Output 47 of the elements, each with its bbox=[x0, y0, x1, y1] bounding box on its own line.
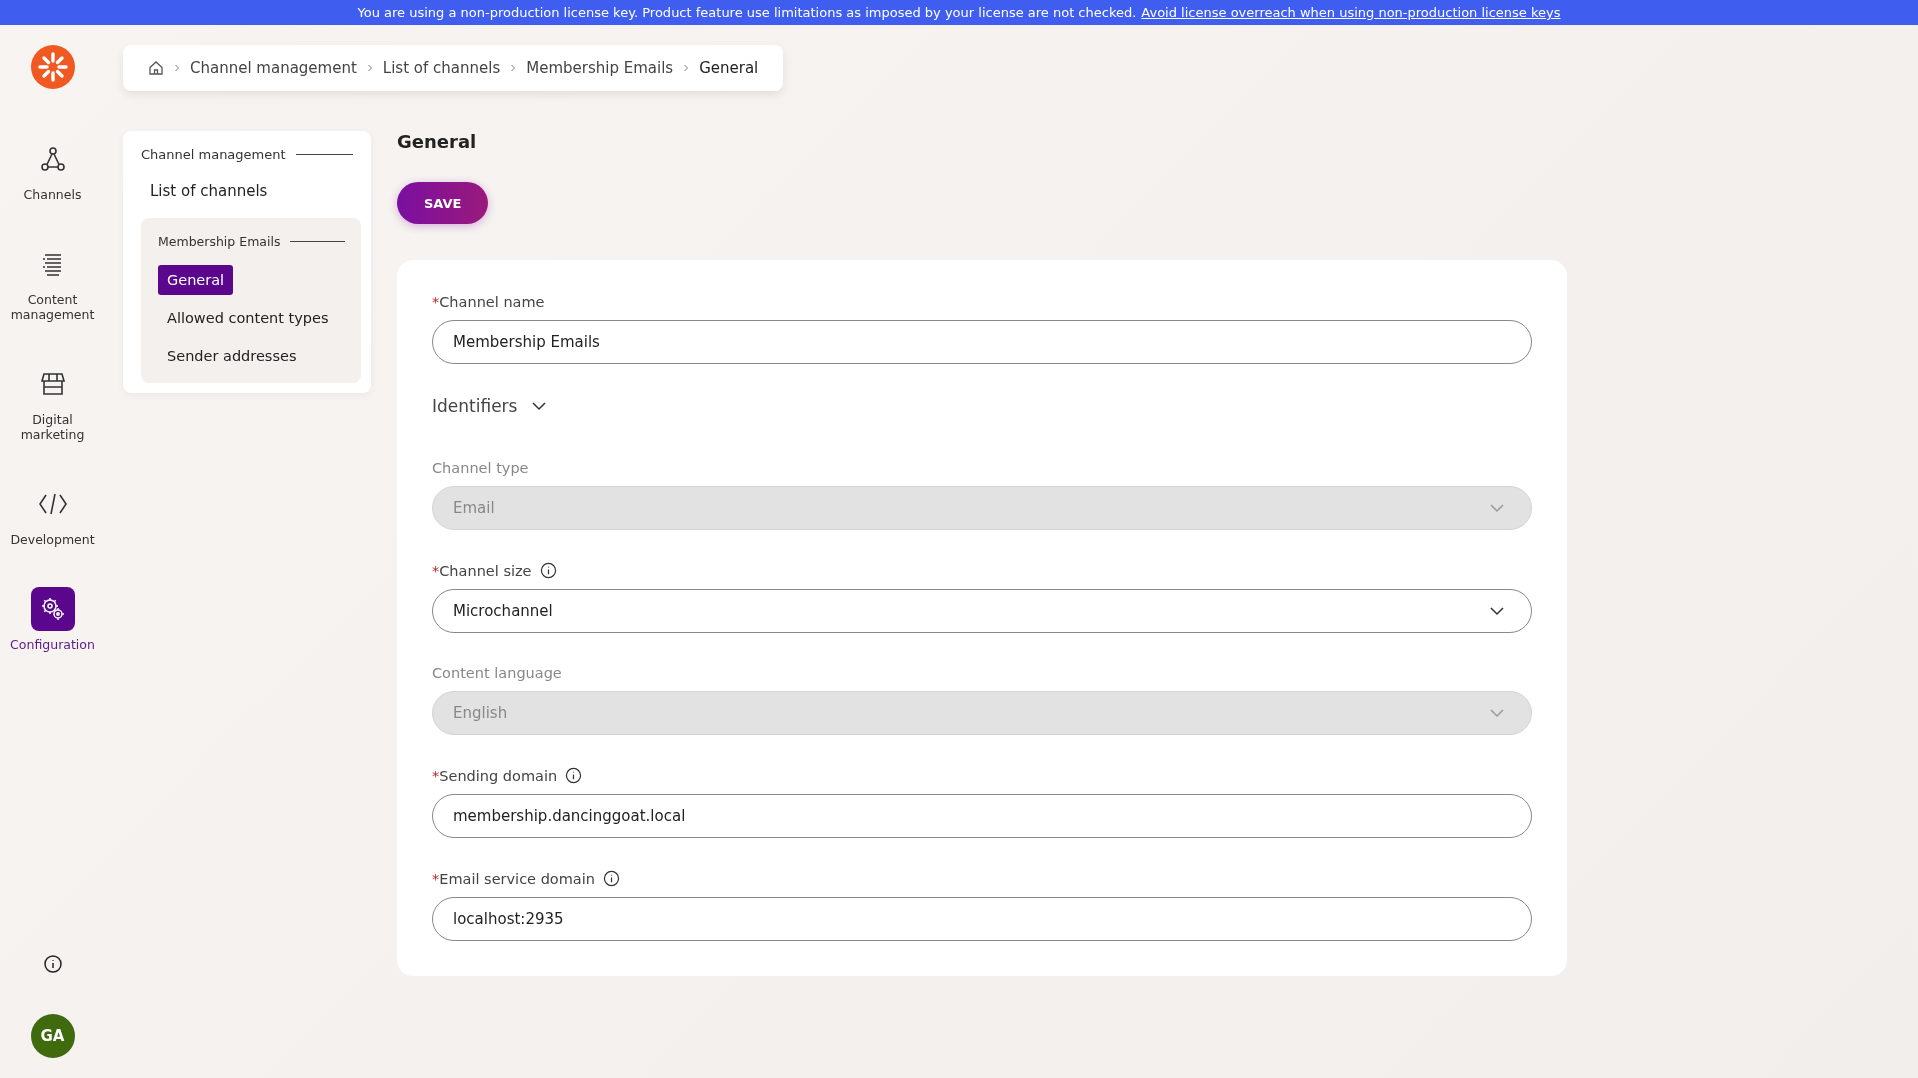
code-icon bbox=[37, 491, 68, 517]
page-title: General bbox=[397, 131, 478, 152]
chevron-icon bbox=[366, 64, 373, 72]
nav-item[interactable]: Sender addresses bbox=[158, 341, 306, 371]
nav-link[interactable]: List of channels bbox=[141, 162, 361, 218]
nav-item[interactable]: Allowed content types bbox=[158, 303, 338, 333]
user-avatar[interactable]: GA bbox=[30, 1014, 75, 1058]
logo-icon[interactable] bbox=[30, 45, 75, 89]
banner-text: You are using a non-production license key. Product feature use limitations as imposed by your license are not checked. bbox=[357, 5, 1137, 20]
sidebar-item[interactable]: Development bbox=[2, 482, 103, 547]
info-icon[interactable] bbox=[602, 870, 620, 887]
chevron-icon bbox=[683, 64, 690, 72]
field-label: Channel type bbox=[432, 460, 529, 476]
nav-group-title: Membership Emails bbox=[158, 234, 281, 249]
info-icon[interactable] bbox=[565, 767, 583, 784]
chevron-icon bbox=[510, 64, 517, 72]
field-label: *Channel size bbox=[432, 562, 532, 579]
select-field: English bbox=[432, 691, 1532, 735]
breadcrumb-link[interactable]: General bbox=[699, 59, 759, 77]
breadcrumb-link[interactable]: Membership Emails bbox=[526, 59, 674, 77]
section-toggle[interactable]: Identifiers bbox=[432, 396, 1532, 428]
info-icon[interactable] bbox=[42, 954, 63, 974]
license-link[interactable]: Avoid license overreach when using non-production license keys bbox=[1141, 5, 1561, 20]
chevron-icon bbox=[1489, 503, 1505, 513]
sidebar-item[interactable]: Content management bbox=[2, 242, 103, 322]
breadcrumb-link[interactable]: List of channels bbox=[382, 59, 501, 77]
chevron-icon bbox=[1489, 606, 1505, 616]
gears-icon bbox=[39, 596, 66, 622]
sidebar-item[interactable]: Configuration bbox=[2, 587, 103, 652]
home-icon[interactable] bbox=[148, 60, 164, 76]
field-label: Content language bbox=[432, 665, 562, 681]
field-label: *Sending domain bbox=[432, 767, 558, 784]
field-label: *Email service domain bbox=[432, 870, 595, 887]
sidebar-item[interactable]: Channels bbox=[2, 137, 103, 202]
network-icon bbox=[39, 146, 66, 172]
chevron-icon bbox=[1489, 708, 1505, 718]
sidebar-item[interactable]: Digital marketing bbox=[2, 362, 103, 442]
nav-section-title: Channel management bbox=[141, 147, 286, 162]
chevron-icon bbox=[174, 64, 180, 72]
nav-item[interactable]: General bbox=[158, 265, 234, 295]
field-label: *Channel name bbox=[432, 294, 545, 310]
chevron-icon bbox=[531, 401, 548, 411]
select-field: Email bbox=[432, 486, 1532, 530]
save-button[interactable]: SAVE bbox=[397, 182, 489, 224]
store-icon bbox=[39, 371, 66, 397]
info-icon[interactable] bbox=[539, 562, 557, 579]
breadcrumb-link[interactable]: Channel management bbox=[190, 59, 357, 77]
